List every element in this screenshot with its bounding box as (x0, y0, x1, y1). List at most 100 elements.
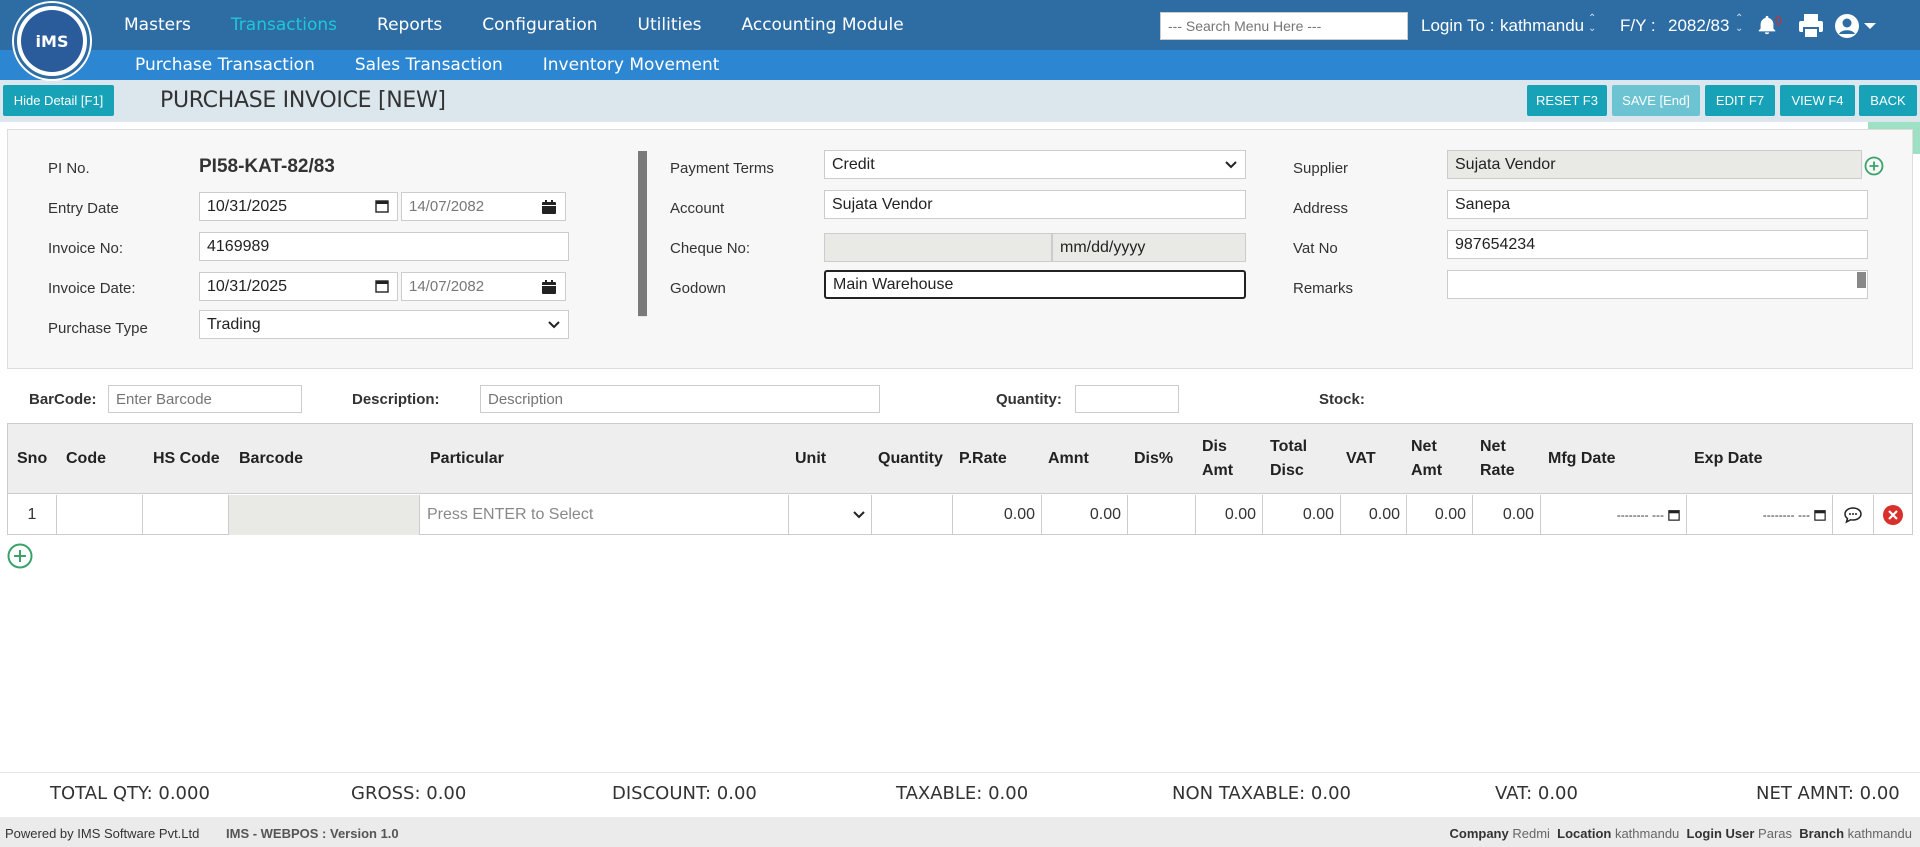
col-sno: Sno (17, 450, 48, 467)
fy-select[interactable]: 2082/83 (1668, 16, 1729, 36)
cell-unit-select[interactable] (789, 495, 872, 535)
barcode-label: BarCode: (29, 391, 97, 408)
footer-session-info: Company Redmi Location kathmandu Login U… (1449, 826, 1912, 841)
menu-reports[interactable]: Reports (377, 15, 442, 35)
entry-date-field[interactable]: 10/31/2025 (199, 192, 398, 221)
payment-terms-select[interactable]: Credit (824, 150, 1246, 179)
calendar-icon[interactable] (375, 199, 389, 213)
account-input[interactable]: Sujata Vendor (824, 190, 1246, 219)
cheque-no-input[interactable] (824, 233, 1052, 262)
view-button[interactable]: VIEW F4 (1780, 85, 1855, 116)
invoice-no-value: 4169989 (207, 237, 270, 255)
col-unit: Unit (795, 450, 827, 467)
cell-mfg-date[interactable]: -------- --- (1541, 495, 1687, 535)
chevron-down-icon (1225, 161, 1237, 169)
printer-icon[interactable] (1797, 13, 1825, 39)
cheque-date-input[interactable]: mm/dd/yyyy (1052, 233, 1246, 262)
scrollbar-thumb[interactable] (638, 151, 647, 316)
remarks-label: Remarks (1293, 280, 1354, 297)
cell-amnt[interactable]: 0.00 (1042, 495, 1128, 535)
updown-icon[interactable]: ⌃ ⌄ (1735, 14, 1743, 34)
cell-total-disc: 0.00 (1263, 495, 1341, 535)
user-icon[interactable] (1834, 13, 1878, 39)
table-row: 1 Press ENTER to Select 0.00 0.00 0.00 0… (8, 495, 1912, 535)
login-user-label: Login User (1686, 826, 1755, 841)
godown-input[interactable]: Main Warehouse (824, 270, 1246, 299)
delete-icon[interactable] (1882, 504, 1904, 526)
cell-quantity[interactable] (872, 495, 953, 535)
description-input[interactable] (480, 385, 880, 413)
reset-button[interactable]: RESET F3 (1527, 85, 1607, 116)
cell-exp-date[interactable]: -------- --- (1687, 495, 1833, 535)
total-gross: GROSS: 0.00 (351, 783, 467, 804)
updown-icon[interactable]: ⌃ ⌄ (1588, 14, 1596, 34)
col-total-disc-2: Disc (1270, 462, 1304, 479)
back-button[interactable]: BACK (1859, 85, 1917, 116)
company-value: Redmi (1512, 826, 1550, 841)
location-label: Location (1557, 826, 1612, 841)
plus-circle-icon[interactable] (1864, 156, 1884, 176)
textarea-scroll-thumb[interactable] (1857, 272, 1866, 288)
remarks-textarea[interactable] (1447, 270, 1868, 299)
menu-masters[interactable]: Masters (124, 15, 191, 35)
totals-bar: TOTAL QTY: 0.000 GROSS: 0.00 DISCOUNT: 0… (0, 772, 1920, 812)
cell-dis-amt[interactable]: 0.00 (1196, 495, 1263, 535)
add-row-plus-circle-icon[interactable] (7, 543, 33, 569)
total-vat: VAT: 0.00 (1495, 783, 1578, 804)
mfg-date-value: -------- --- (1616, 508, 1664, 522)
edit-button[interactable]: EDIT F7 (1705, 85, 1775, 116)
calendar-icon[interactable] (541, 199, 557, 215)
quantity-input[interactable] (1075, 385, 1179, 413)
account-value: Sujata Vendor (832, 195, 933, 213)
cell-net-rate: 0.00 (1473, 495, 1541, 535)
invoice-date-field[interactable]: 10/31/2025 (199, 272, 398, 301)
grid-header: Sno Code HS Code Barcode Particular Unit… (8, 424, 1912, 494)
cell-prate[interactable]: 0.00 (953, 495, 1042, 535)
cell-net-amt: 0.00 (1407, 495, 1473, 535)
calendar-icon[interactable] (541, 279, 557, 295)
submenu-purchase-transaction[interactable]: Purchase Transaction (135, 55, 315, 75)
cell-delete[interactable] (1874, 495, 1912, 535)
calendar-icon[interactable] (1668, 509, 1680, 521)
header-scrollbar[interactable] (638, 151, 647, 317)
col-net-amt-1: Net (1411, 438, 1437, 455)
comment-icon[interactable] (1843, 506, 1863, 524)
col-vat: VAT (1346, 450, 1376, 467)
cell-vat: 0.00 (1341, 495, 1407, 535)
cell-dis-pct[interactable] (1128, 495, 1196, 535)
purchase-type-select[interactable]: Trading (199, 310, 569, 339)
submenu-inventory-movement[interactable]: Inventory Movement (543, 55, 720, 75)
entry-date-bs-value: 14/07/2082 (409, 198, 485, 215)
vat-no-label: Vat No (1293, 240, 1338, 257)
hide-detail-button[interactable]: Hide Detail [F1] (3, 85, 114, 116)
barcode-input[interactable] (108, 385, 302, 413)
login-location-select[interactable]: kathmandu (1500, 16, 1584, 36)
calendar-icon[interactable] (1814, 509, 1826, 521)
cell-particular[interactable]: Press ENTER to Select (420, 495, 789, 535)
invoice-date-bs-field[interactable]: 14/07/2082 (401, 272, 566, 301)
address-input[interactable]: Sanepa (1447, 190, 1868, 219)
cell-code[interactable] (57, 495, 143, 535)
cell-comment[interactable] (1833, 495, 1874, 535)
menu-transactions[interactable]: Transactions (231, 15, 337, 35)
menu-configuration[interactable]: Configuration (482, 15, 597, 35)
address-label: Address (1293, 200, 1349, 217)
col-barcode: Barcode (239, 450, 304, 467)
save-button[interactable]: SAVE [End] (1612, 85, 1700, 116)
total-taxable: TAXABLE: 0.00 (896, 783, 1029, 804)
vat-no-value: 987654234 (1455, 235, 1536, 253)
menu-accounting-module[interactable]: Accounting Module (742, 15, 904, 35)
menu-utilities[interactable]: Utilities (638, 15, 702, 35)
supplier-input[interactable]: Sujata Vendor (1447, 150, 1862, 179)
submenu-sales-transaction[interactable]: Sales Transaction (355, 55, 503, 75)
col-amnt: Amnt (1048, 450, 1089, 467)
calendar-icon[interactable] (375, 279, 389, 293)
ims-logo[interactable]: iMS (14, 3, 90, 79)
cell-hs-code[interactable] (143, 495, 229, 535)
entry-date-bs-field[interactable]: 14/07/2082 (401, 192, 566, 221)
vat-no-input[interactable]: 987654234 (1447, 230, 1868, 259)
cell-sno: 1 (8, 495, 57, 535)
search-menu-input[interactable] (1160, 12, 1408, 40)
items-grid: Sno Code HS Code Barcode Particular Unit… (7, 423, 1913, 535)
invoice-no-input[interactable]: 4169989 (199, 232, 569, 261)
